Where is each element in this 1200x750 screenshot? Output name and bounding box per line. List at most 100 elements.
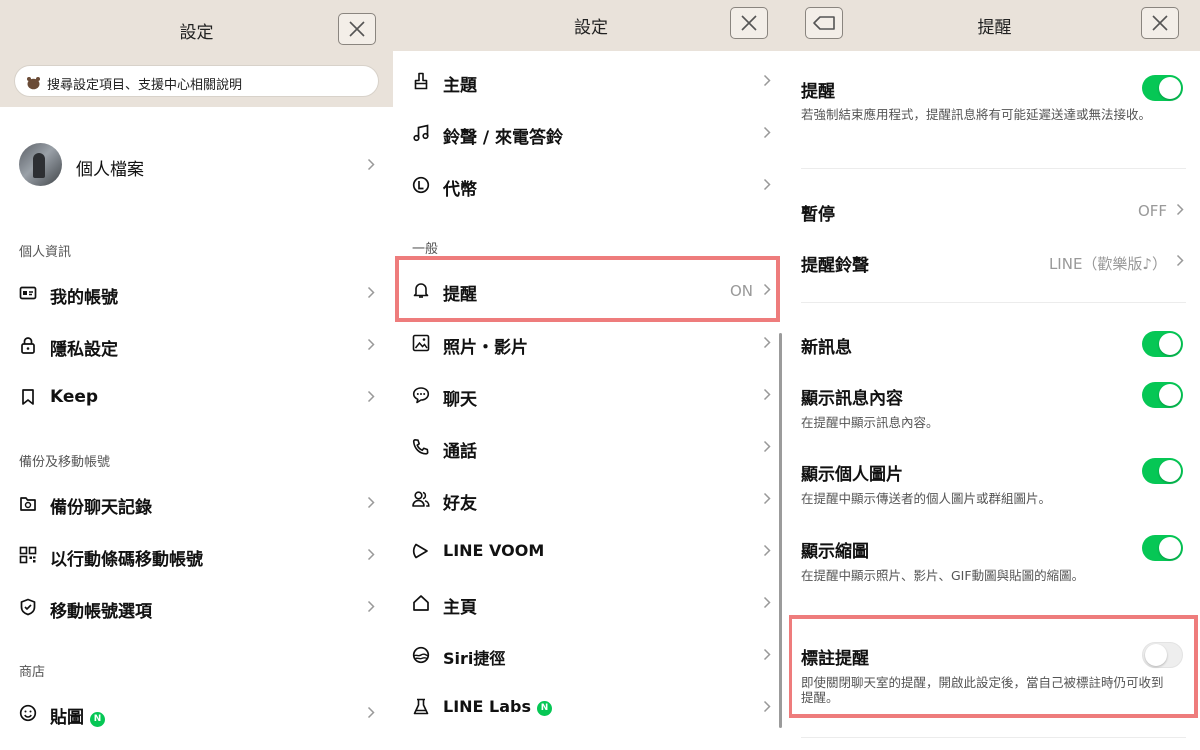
notifications-toggle[interactable] xyxy=(1142,75,1183,101)
sidebar-item-qr-transfer[interactable]: 以行動條碼移動帳號 xyxy=(0,535,393,575)
section-header: 備份及移動帳號 xyxy=(19,455,111,470)
profile-label: 個人檔案 xyxy=(76,160,144,180)
settings-item-chats[interactable]: 聊天 xyxy=(393,375,789,415)
show-photo-toggle[interactable] xyxy=(1142,458,1183,484)
chevron-right-icon xyxy=(367,548,375,561)
show-thumb-desc: 在提醒中顯示照片、影片、GIF動圖與貼圖的縮圖。 xyxy=(801,568,1085,583)
chevron-right-icon xyxy=(763,440,771,453)
section-header: 個人資訊 xyxy=(19,245,72,260)
sidebar-item-backup[interactable]: 備份聊天記錄 xyxy=(0,483,393,523)
image-icon xyxy=(412,334,430,352)
highlight-box xyxy=(789,615,1198,718)
settings-header: 設定 xyxy=(393,0,789,51)
search-icon xyxy=(26,75,41,94)
divider xyxy=(801,168,1186,169)
chevron-right-icon xyxy=(763,74,771,87)
section-header: 商店 xyxy=(19,665,46,680)
chevron-right-icon xyxy=(763,544,771,557)
id-card-icon xyxy=(19,286,37,300)
settings-item-friends[interactable]: 好友 xyxy=(393,479,789,519)
chevron-right-icon xyxy=(367,158,375,171)
item-label: 主題 xyxy=(443,76,477,96)
item-label: 主頁 xyxy=(443,598,477,618)
brush-icon xyxy=(414,72,428,90)
scrollbar[interactable] xyxy=(779,333,782,728)
item-label: 鈴聲 / 來電答鈴 xyxy=(443,128,564,148)
item-label: 聊天 xyxy=(443,390,477,410)
show-photo-desc: 在提醒中顯示傳送者的個人圖片或群組圖片。 xyxy=(801,491,1052,506)
item-label: 代幣 xyxy=(443,180,477,200)
item-label: 照片・影片 xyxy=(443,338,528,358)
siri-icon xyxy=(412,646,430,664)
notifications-header: 提醒 xyxy=(789,0,1200,51)
chevron-right-icon xyxy=(367,496,375,509)
item-label: 貼圖 N xyxy=(50,703,105,728)
chevron-right-icon xyxy=(763,388,771,401)
new-message-toggle[interactable] xyxy=(1142,331,1183,357)
settings-item-calls[interactable]: 通話 xyxy=(393,427,789,467)
settings-item-siri[interactable]: Siri捷徑 xyxy=(393,635,789,675)
notifications-label: 提醒 xyxy=(801,82,835,102)
chevron-right-icon xyxy=(367,286,375,299)
search-placeholder: 搜尋設定項目、支援中心相關說明 xyxy=(47,78,243,93)
settings-list-panel: 設定 主題 鈴聲 / 來電答鈴 代幣 一般 提醒 ON 照片・影片 聊天 通話 … xyxy=(393,0,789,750)
item-label: Keep xyxy=(50,387,99,407)
ringtone-row[interactable]: 提醒鈴聲 LINE（歡樂版♪） xyxy=(789,241,1200,281)
phone-icon xyxy=(412,439,429,455)
show-content-label: 顯示訊息內容 xyxy=(801,389,903,409)
profile-row[interactable]: 個人檔案 xyxy=(0,145,393,185)
item-text: LINE Labs xyxy=(443,697,532,716)
pause-label: 暫停 xyxy=(801,205,835,225)
close-icon xyxy=(741,15,757,31)
settings-item-coins[interactable]: 代幣 xyxy=(393,165,789,205)
sidebar-item-privacy[interactable]: 隱私設定 xyxy=(0,325,393,365)
close-button[interactable] xyxy=(730,7,768,39)
voom-play-icon xyxy=(412,543,428,559)
settings-item-photos[interactable]: 照片・影片 xyxy=(393,323,789,363)
sidebar-item-keep[interactable]: Keep xyxy=(0,377,393,417)
chevron-right-icon xyxy=(1176,254,1184,267)
notifications-desc: 若強制結束應用程式，提醒訊息將有可能延遲送達或無法接收。 xyxy=(801,107,1152,122)
chevron-right-icon xyxy=(763,596,771,609)
lock-icon xyxy=(21,337,35,354)
ringtone-value: LINE（歡樂版♪） xyxy=(1048,255,1167,273)
chevron-right-icon xyxy=(367,338,375,351)
settings-item-home[interactable]: 主頁 xyxy=(393,583,789,623)
home-icon xyxy=(413,595,429,611)
settings-item-line-labs[interactable]: LINE Labs N xyxy=(393,687,789,727)
new-badge: N xyxy=(537,701,553,716)
close-button[interactable] xyxy=(1141,7,1179,39)
item-text: 貼圖 xyxy=(50,708,84,728)
close-icon xyxy=(1152,15,1168,31)
page-title: 提醒 xyxy=(977,18,1012,38)
backup-folder-icon xyxy=(20,497,36,511)
music-note-icon xyxy=(413,124,429,142)
page-title: 設定 xyxy=(179,23,214,43)
item-label: 隱私設定 xyxy=(50,340,118,360)
shield-check-icon xyxy=(20,598,36,616)
friends-icon xyxy=(412,491,430,507)
settings-item-ringtone[interactable]: 鈴聲 / 來電答鈴 xyxy=(393,113,789,153)
chevron-right-icon xyxy=(367,390,375,403)
sidebar-item-transfer-options[interactable]: 移動帳號選項 xyxy=(0,587,393,627)
show-thumb-toggle[interactable] xyxy=(1142,535,1183,561)
chevron-right-icon xyxy=(763,492,771,505)
search-input[interactable]: 搜尋設定項目、支援中心相關說明 xyxy=(14,65,379,97)
sidebar-item-my-account[interactable]: 我的帳號 xyxy=(0,273,393,313)
sidebar-item-stickers[interactable]: 貼圖 N xyxy=(0,693,393,733)
settings-item-theme[interactable]: 主題 xyxy=(393,61,789,101)
item-label: 移動帳號選項 xyxy=(50,602,152,622)
item-label: 我的帳號 xyxy=(50,288,118,308)
chevron-right-icon xyxy=(367,600,375,613)
settings-header: 設定 搜尋設定項目、支援中心相關說明 xyxy=(0,0,393,107)
chevron-right-icon xyxy=(763,178,771,191)
item-label: 備份聊天記錄 xyxy=(50,498,152,518)
settings-item-line-voom[interactable]: LINE VOOM xyxy=(393,531,789,571)
chevron-right-icon xyxy=(763,648,771,661)
pause-row[interactable]: 暫停 OFF xyxy=(789,190,1200,230)
chevron-right-icon xyxy=(763,126,771,139)
close-button[interactable] xyxy=(338,13,376,45)
show-content-toggle[interactable] xyxy=(1142,382,1183,408)
divider xyxy=(801,302,1186,303)
chevron-right-icon xyxy=(367,706,375,719)
